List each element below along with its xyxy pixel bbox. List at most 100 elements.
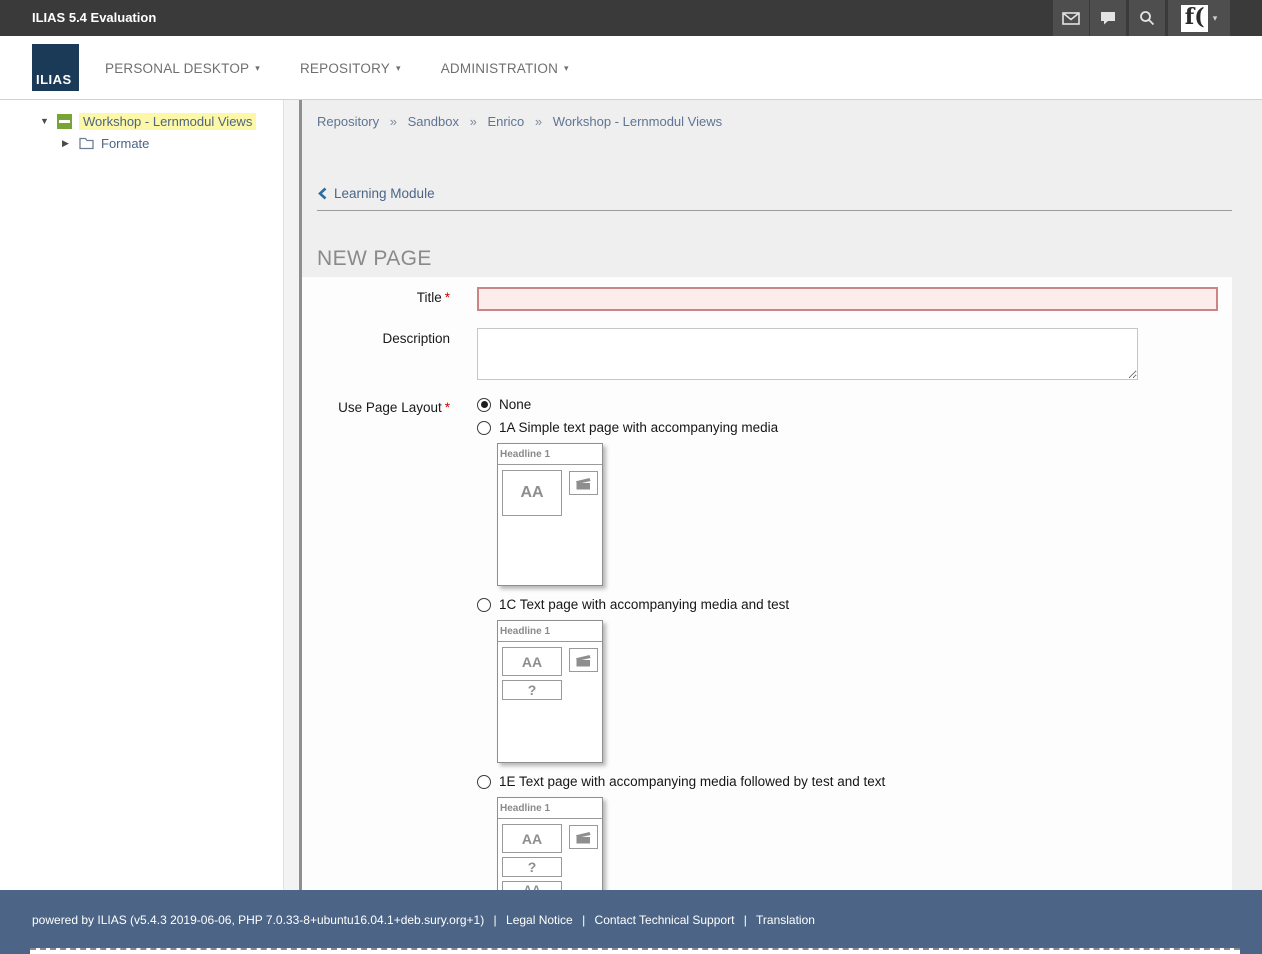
search-icon — [1139, 10, 1155, 26]
footer-separator: | — [582, 913, 585, 927]
translation-link[interactable]: Translation — [756, 913, 815, 927]
chevron-down-icon: ▾ — [255, 63, 260, 74]
description-label: Description — [317, 328, 477, 346]
chat-button[interactable] — [1090, 0, 1126, 36]
title-form-row: Title* — [317, 287, 1232, 311]
chevron-left-icon — [318, 187, 327, 200]
main-area: ▼ Workshop - Lernmodul Views ▶ Formate R… — [0, 100, 1262, 890]
menu-label: PERSONAL DESKTOP — [105, 61, 249, 76]
contact-support-link[interactable]: Contact Technical Support — [595, 913, 735, 927]
layout-option-1c[interactable]: 1C Text page with accompanying media and… — [477, 597, 885, 612]
expand-icon[interactable]: ▶ — [62, 138, 72, 149]
breadcrumb: Repository » Sandbox » Enrico » Workshop… — [317, 114, 1232, 129]
learning-module-icon — [57, 114, 72, 129]
tree-item-label[interactable]: Workshop - Lernmodul Views — [79, 113, 256, 130]
legal-notice-link[interactable]: Legal Notice — [506, 913, 573, 927]
menu-personal-desktop[interactable]: PERSONAL DESKTOP ▾ — [105, 61, 260, 76]
title-input[interactable] — [477, 287, 1218, 311]
breadcrumb-link[interactable]: Sandbox — [408, 114, 459, 129]
chevron-down-icon: ▾ — [564, 63, 569, 74]
layout-option-label[interactable]: None — [499, 397, 531, 412]
media-block-placeholder — [569, 825, 598, 849]
footer: powered by ILIAS (v5.4.3 2019-06-06, PHP… — [0, 890, 1262, 954]
menu-label: REPOSITORY — [300, 61, 390, 76]
footer-separator: | — [494, 913, 497, 927]
layout-option-label[interactable]: 1A Simple text page with accompanying me… — [499, 420, 778, 435]
text-block-placeholder: AA — [502, 824, 562, 853]
use-page-layout-label: Use Page Layout* — [317, 397, 477, 415]
sidebar-scrollbar[interactable] — [283, 100, 299, 890]
breadcrumb-separator: » — [390, 114, 397, 129]
tree-sidebar: ▼ Workshop - Lernmodul Views ▶ Formate — [0, 100, 283, 890]
footer-text: powered by ILIAS (v5.4.3 2019-06-06, PHP… — [32, 913, 815, 927]
ilias-logo[interactable]: ILIAS — [32, 44, 79, 91]
layout-radio-1a[interactable] — [477, 421, 491, 435]
text-block-placeholder: AA — [502, 881, 562, 890]
back-link-label: Learning Module — [334, 186, 435, 201]
media-clapperboard-icon — [575, 653, 592, 667]
breadcrumb-link[interactable]: Workshop - Lernmodul Views — [553, 114, 722, 129]
layout-preview-1e: Headline 1 AA ? AA — [497, 797, 603, 890]
breadcrumb-link[interactable]: Enrico — [487, 114, 524, 129]
top-bar-icons: f( ▾ — [1052, 0, 1230, 36]
tree-item-formate[interactable]: ▶ Formate — [0, 132, 283, 154]
folder-icon — [79, 137, 94, 150]
layout-preview-1a: Headline 1 AA — [497, 443, 603, 586]
layout-option-label[interactable]: 1E Text page with accompanying media fol… — [499, 774, 885, 789]
text-block-placeholder: AA — [502, 470, 562, 516]
layout-radio-1c[interactable] — [477, 598, 491, 612]
main-menus: PERSONAL DESKTOP ▾ REPOSITORY ▾ ADMINIST… — [105, 36, 569, 100]
layout-option-1e[interactable]: 1E Text page with accompanying media fol… — [477, 774, 885, 789]
layout-radio-none[interactable] — [477, 398, 491, 412]
chevron-down-icon: ▾ — [396, 63, 401, 74]
layout-preview-1c: Headline 1 AA ? — [497, 620, 603, 763]
back-to-learning-module-link[interactable]: Learning Module — [317, 186, 1232, 211]
main-nav-bar: ILIAS PERSONAL DESKTOP ▾ REPOSITORY ▾ AD… — [0, 36, 1262, 100]
mail-button[interactable] — [1053, 0, 1089, 36]
layout-radio-1e[interactable] — [477, 775, 491, 789]
breadcrumb-separator: » — [470, 114, 477, 129]
preview-body: AA — [502, 470, 598, 516]
tree-item-learning-module[interactable]: ▼ Workshop - Lernmodul Views — [0, 110, 283, 132]
preview-headline: Headline 1 — [498, 621, 602, 642]
menu-repository[interactable]: REPOSITORY ▾ — [300, 61, 401, 76]
preview-headline: Headline 1 — [498, 444, 602, 465]
text-block-placeholder: AA — [502, 647, 562, 676]
mail-icon — [1062, 12, 1080, 25]
layout-option-1a[interactable]: 1A Simple text page with accompanying me… — [477, 420, 885, 435]
menu-administration[interactable]: ADMINISTRATION ▾ — [441, 61, 569, 76]
menu-label: ADMINISTRATION — [441, 61, 558, 76]
media-clapperboard-icon — [575, 476, 592, 490]
search-button[interactable] — [1129, 0, 1165, 36]
required-marker: * — [445, 290, 450, 305]
footer-separator: | — [744, 913, 747, 927]
collapse-icon[interactable]: ▼ — [40, 116, 50, 126]
tree-item-label[interactable]: Formate — [101, 136, 149, 151]
test-block-placeholder: ? — [502, 857, 562, 877]
description-textarea[interactable] — [477, 328, 1138, 380]
preview-body: AA ? — [502, 647, 598, 700]
page-layout-options: None 1A Simple text page with accompanyi… — [477, 397, 885, 890]
user-menu-button[interactable]: f( ▾ — [1168, 0, 1230, 36]
content-upper: Repository » Sandbox » Enrico » Workshop… — [302, 100, 1262, 271]
page-title: NEW PAGE — [317, 247, 1232, 271]
media-block-placeholder — [569, 648, 598, 672]
media-block-placeholder — [569, 471, 598, 495]
breadcrumb-separator: » — [535, 114, 542, 129]
required-marker: * — [445, 400, 450, 415]
page-layout-form-row: Use Page Layout* None 1A Simple text pag… — [317, 397, 1232, 890]
media-clapperboard-icon — [575, 830, 592, 844]
page-bottom-dashed-edge — [30, 948, 1240, 954]
title-label: Title* — [317, 287, 477, 305]
user-avatar: f( — [1181, 5, 1208, 32]
layout-option-label[interactable]: 1C Text page with accompanying media and… — [499, 597, 789, 612]
breadcrumb-link[interactable]: Repository — [317, 114, 379, 129]
ilias-app-window: ILIAS 5.4 Evaluation — [0, 0, 1262, 954]
installation-title: ILIAS 5.4 Evaluation — [32, 0, 156, 36]
description-form-row: Description — [317, 328, 1232, 380]
new-page-form: Title* Description Use Page Layout* — [302, 277, 1232, 890]
test-block-placeholder: ? — [502, 680, 562, 700]
preview-body: AA ? AA — [502, 824, 598, 890]
layout-option-none[interactable]: None — [477, 397, 885, 412]
content-area: Repository » Sandbox » Enrico » Workshop… — [302, 100, 1262, 890]
